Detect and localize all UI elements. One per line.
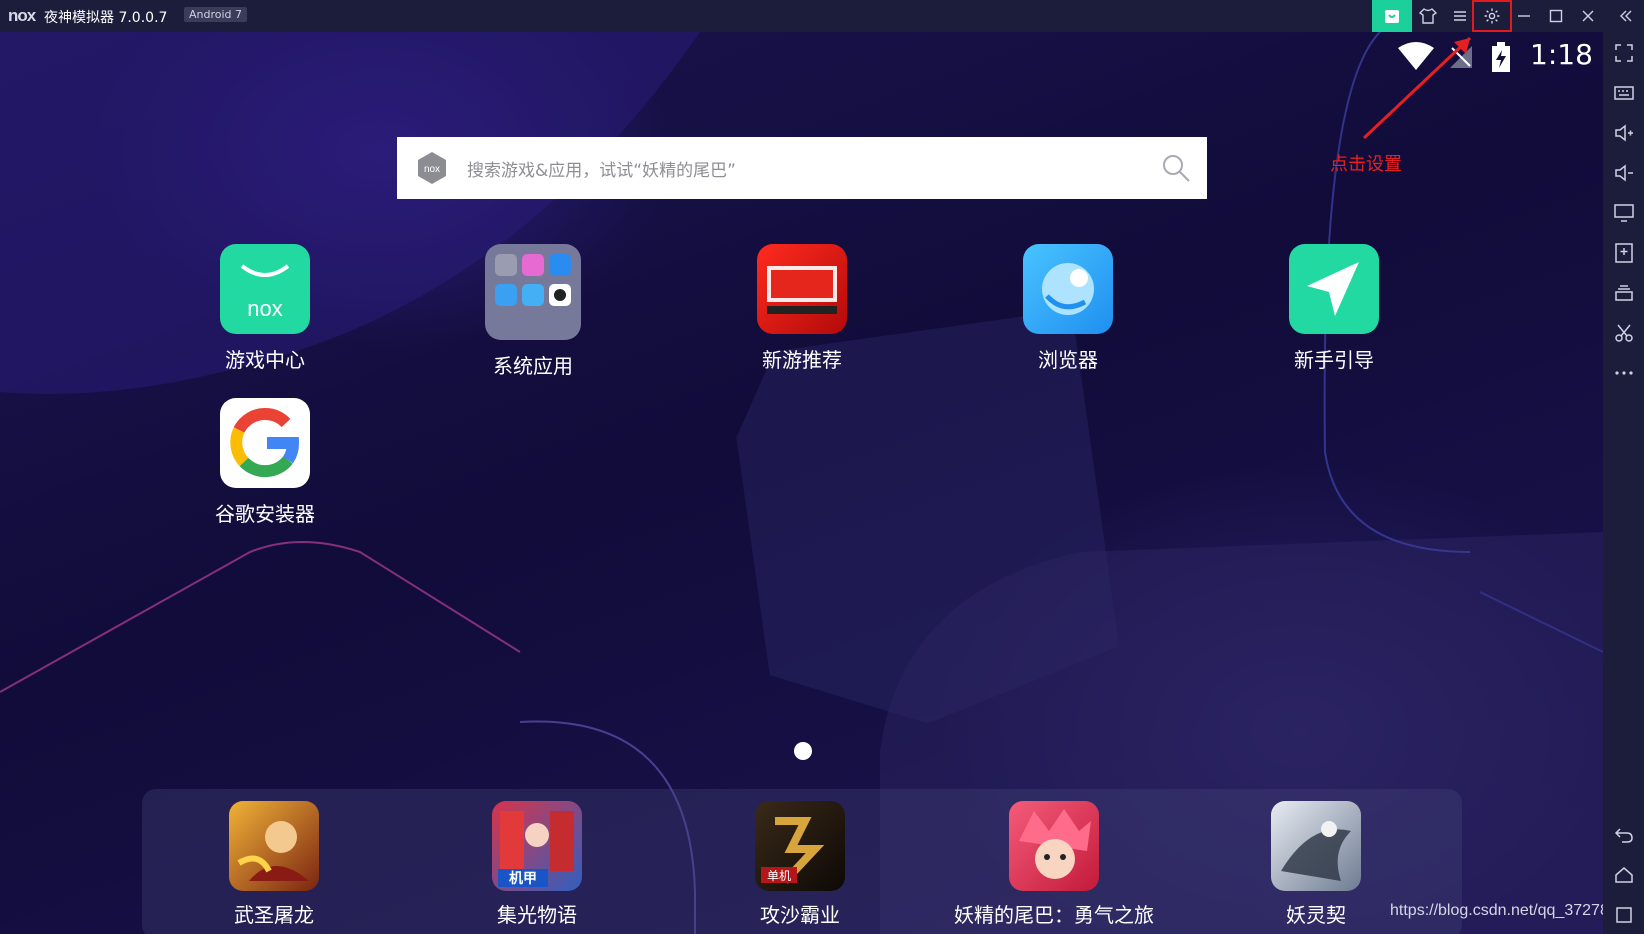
jiguang-game-icon: 机甲 xyxy=(492,801,582,891)
app-dock: 武圣屠龙 机甲 集光物语 单机 攻沙霸业 妖精的尾巴：勇气之旅 妖灵契 xyxy=(142,789,1462,934)
search-input[interactable]: 搜索游戏&应用，试试“妖精的尾巴” xyxy=(467,156,1161,181)
volume-down-button[interactable] xyxy=(1611,160,1637,186)
nox-game-center-icon: nox xyxy=(220,244,310,334)
single-player-badge: 单机 xyxy=(767,869,791,883)
street-fighter-icon xyxy=(757,244,847,334)
app-browser[interactable]: 浏览器 xyxy=(978,244,1158,373)
install-apk-button[interactable] xyxy=(1611,240,1637,266)
app-label: 系统应用 xyxy=(493,354,573,378)
store-bag-icon xyxy=(1385,10,1399,23)
gear-icon xyxy=(1484,8,1500,24)
settings-button[interactable] xyxy=(1472,0,1512,32)
nox-logo: nox xyxy=(8,6,36,25)
svg-text:nox: nox xyxy=(247,296,282,321)
status-clock: 1:18 xyxy=(1530,38,1593,71)
app-label: 新手引导 xyxy=(1294,348,1374,372)
app-store-button[interactable] xyxy=(1372,0,1412,32)
search-icon[interactable] xyxy=(1161,153,1191,183)
fullscreen-button[interactable] xyxy=(1611,40,1637,66)
app-label: 武圣屠龙 xyxy=(234,903,314,927)
keyboard-button[interactable] xyxy=(1611,80,1637,106)
app-title: 夜神模拟器 7.0.0.7 xyxy=(44,10,168,26)
apk-install-icon xyxy=(1615,243,1633,263)
close-button[interactable] xyxy=(1572,0,1604,32)
collapse-sidebar-button[interactable] xyxy=(1610,0,1642,32)
annotation-label: 点击设置 xyxy=(1330,154,1402,175)
nox-hexagon-icon: nox xyxy=(418,152,446,184)
android-home-screen[interactable]: 1:18 点击设置 nox 搜索游戏&应用，试试“妖精的尾巴” nox 游戏中心 xyxy=(0,32,1603,934)
watermark-url: https://blog.csdn.net/qq_37278414 xyxy=(1390,902,1603,919)
recent-apps-button[interactable] xyxy=(1611,902,1637,928)
app-guide[interactable]: 新手引导 xyxy=(1244,244,1424,373)
back-button[interactable] xyxy=(1611,822,1637,848)
fullscreen-icon xyxy=(1615,44,1633,62)
app-new-games[interactable]: 新游推荐 xyxy=(712,244,892,373)
home-button[interactable] xyxy=(1611,862,1637,888)
double-chevron-left-icon xyxy=(1620,10,1632,22)
app-google-installer[interactable]: 谷歌安装器 xyxy=(175,398,355,527)
google-installer-icon xyxy=(220,398,310,488)
shirt-icon xyxy=(1419,8,1437,24)
volume-up-icon xyxy=(1615,124,1633,142)
minimize-button[interactable] xyxy=(1508,0,1540,32)
svg-text:nox: nox xyxy=(424,164,440,175)
volume-up-button[interactable] xyxy=(1611,120,1637,146)
app-label: 妖灵契 xyxy=(1286,903,1346,927)
screenshot-button[interactable] xyxy=(1611,320,1637,346)
more-button[interactable] xyxy=(1611,360,1637,386)
maximize-icon xyxy=(1549,9,1563,23)
dock-app-jiguang[interactable]: 机甲 集光物语 xyxy=(447,801,627,928)
skin-button[interactable] xyxy=(1412,0,1444,32)
minimize-icon xyxy=(1518,15,1530,17)
app-system-folder[interactable]: 系统应用 xyxy=(443,244,623,379)
gongsha-game-icon: 单机 xyxy=(755,801,845,891)
dock-app-fairy-tail[interactable]: 妖精的尾巴：勇气之旅 xyxy=(954,801,1154,928)
annotation-arrow xyxy=(1362,36,1472,140)
more-dots-icon xyxy=(1615,371,1633,375)
app-label: 游戏中心 xyxy=(225,348,305,372)
app-label: 妖精的尾巴：勇气之旅 xyxy=(954,903,1154,927)
wusheng-game-icon xyxy=(229,801,319,891)
right-toolbar xyxy=(1603,32,1644,934)
keyboard-icon xyxy=(1614,86,1634,100)
dock-app-wusheng[interactable]: 武圣屠龙 xyxy=(184,801,364,928)
app-label: 攻沙霸业 xyxy=(760,903,840,927)
close-icon xyxy=(1582,10,1594,22)
app-label: 集光物语 xyxy=(497,903,577,927)
monitor-icon xyxy=(1614,204,1634,222)
android-version-badge: Android 7 xyxy=(184,7,248,22)
hamburger-icon xyxy=(1454,11,1466,21)
recent-apps-icon xyxy=(1616,907,1632,923)
back-arrow-icon xyxy=(1614,828,1633,843)
multi-instance-button[interactable] xyxy=(1611,280,1637,306)
scissors-icon xyxy=(1615,324,1633,342)
app-label: 谷歌安装器 xyxy=(215,502,315,526)
browser-icon xyxy=(1023,244,1113,334)
page-indicator-dot xyxy=(794,742,812,760)
dock-app-yaolingqi[interactable]: 妖灵契 xyxy=(1226,801,1406,928)
app-label: 浏览器 xyxy=(1038,348,1098,372)
dock-app-gongsha[interactable]: 单机 攻沙霸业 xyxy=(710,801,890,928)
volume-down-icon xyxy=(1615,164,1633,182)
title-bar: nox 夜神模拟器 7.0.0.7 Android 7 xyxy=(0,0,1644,32)
search-bar[interactable]: nox 搜索游戏&应用，试试“妖精的尾巴” xyxy=(397,137,1207,199)
app-game-center[interactable]: nox 游戏中心 xyxy=(175,244,355,373)
maximize-button[interactable] xyxy=(1540,0,1572,32)
system-apps-folder-icon xyxy=(485,244,581,340)
stack-icon xyxy=(1615,285,1633,301)
guide-icon xyxy=(1289,244,1379,334)
app-label: 新游推荐 xyxy=(762,348,842,372)
home-icon xyxy=(1615,867,1633,883)
mecha-badge: 机甲 xyxy=(509,870,537,887)
battery-charging-icon xyxy=(1492,42,1510,72)
yaolingqi-game-icon xyxy=(1271,801,1361,891)
fairy-tail-game-icon xyxy=(1009,801,1099,891)
screen-button[interactable] xyxy=(1611,200,1637,226)
